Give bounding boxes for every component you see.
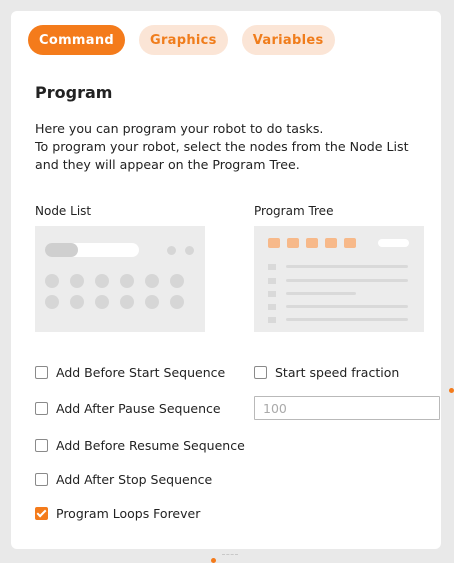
description-line: To program your robot, select the nodes …: [35, 139, 409, 154]
tab-bar: Command Graphics Variables: [28, 25, 335, 55]
program-panel: Command Graphics Variables Program Here …: [11, 11, 441, 549]
node-icon: [170, 274, 184, 288]
node-icon: [95, 295, 109, 309]
tree-node-graphic: [268, 278, 276, 284]
tree-node-graphic: [268, 317, 276, 323]
toolbar-block-graphic: [287, 238, 299, 248]
toolbar-block-graphic: [306, 238, 318, 248]
toolbar-block-graphic: [344, 238, 356, 248]
toolbar-block-graphic: [268, 238, 280, 248]
divider: [222, 554, 238, 556]
tab-command[interactable]: Command: [28, 25, 125, 55]
toolbar-pill-graphic: [378, 239, 409, 247]
node-icon: [70, 295, 84, 309]
add-before-start-checkbox[interactable]: [35, 366, 48, 379]
add-after-pause-checkbox[interactable]: [35, 402, 48, 415]
node-icon: [170, 295, 184, 309]
start-speed-fraction-input[interactable]: [254, 396, 440, 420]
tree-line-graphic: [286, 292, 356, 295]
add-after-pause-label: Add After Pause Sequence: [56, 401, 221, 416]
start-speed-fraction-label: Start speed fraction: [275, 365, 400, 380]
dot-graphic: [167, 246, 176, 255]
add-before-resume-option[interactable]: Add Before Resume Sequence: [35, 438, 245, 453]
program-loops-forever-option[interactable]: Program Loops Forever: [35, 506, 200, 521]
program-loops-forever-label: Program Loops Forever: [56, 506, 201, 521]
resize-handle-icon[interactable]: [449, 388, 454, 393]
tree-node-graphic: [268, 264, 276, 270]
tree-node-graphic: [268, 291, 276, 297]
program-description: Here you can program your robot to do ta…: [35, 120, 425, 174]
tree-line-graphic: [286, 305, 408, 308]
tree-line-graphic: [286, 318, 408, 321]
program-loops-forever-checkbox[interactable]: [35, 507, 48, 520]
tree-node-graphic: [268, 304, 276, 310]
page-title: Program: [35, 83, 113, 102]
dot-graphic: [185, 246, 194, 255]
node-icon: [45, 274, 59, 288]
start-speed-fraction-option[interactable]: Start speed fraction: [254, 365, 399, 380]
node-icon: [70, 274, 84, 288]
node-icon: [145, 274, 159, 288]
tab-variables[interactable]: Variables: [241, 25, 335, 55]
add-before-start-label: Add Before Start Sequence: [56, 365, 226, 380]
add-after-stop-checkbox[interactable]: [35, 473, 48, 486]
add-before-start-option[interactable]: Add Before Start Sequence: [35, 365, 225, 380]
node-list-preview: [35, 226, 205, 332]
add-before-resume-checkbox[interactable]: [35, 439, 48, 452]
description-line: and they will appear on the Program Tree…: [35, 157, 300, 172]
add-after-stop-label: Add After Stop Sequence: [56, 472, 213, 487]
tab-graphics[interactable]: Graphics: [139, 25, 228, 55]
add-before-resume-label: Add Before Resume Sequence: [56, 438, 245, 453]
node-list-label: Node List: [35, 204, 92, 218]
node-icon: [95, 274, 109, 288]
start-speed-fraction-checkbox[interactable]: [254, 366, 267, 379]
add-after-stop-option[interactable]: Add After Stop Sequence: [35, 472, 212, 487]
search-bar-fill-graphic: [45, 243, 78, 257]
node-icon: [45, 295, 59, 309]
program-tree-preview: [254, 226, 424, 332]
description-line: Here you can program your robot to do ta…: [35, 121, 324, 136]
add-after-pause-option[interactable]: Add After Pause Sequence: [35, 401, 221, 416]
node-icon: [145, 295, 159, 309]
resize-handle-icon[interactable]: [211, 558, 216, 563]
toolbar-block-graphic: [325, 238, 337, 248]
node-icon: [120, 295, 134, 309]
tree-line-graphic: [286, 265, 408, 268]
program-tree-label: Program Tree: [254, 204, 334, 218]
node-icon: [120, 274, 134, 288]
tree-line-graphic: [286, 279, 408, 282]
